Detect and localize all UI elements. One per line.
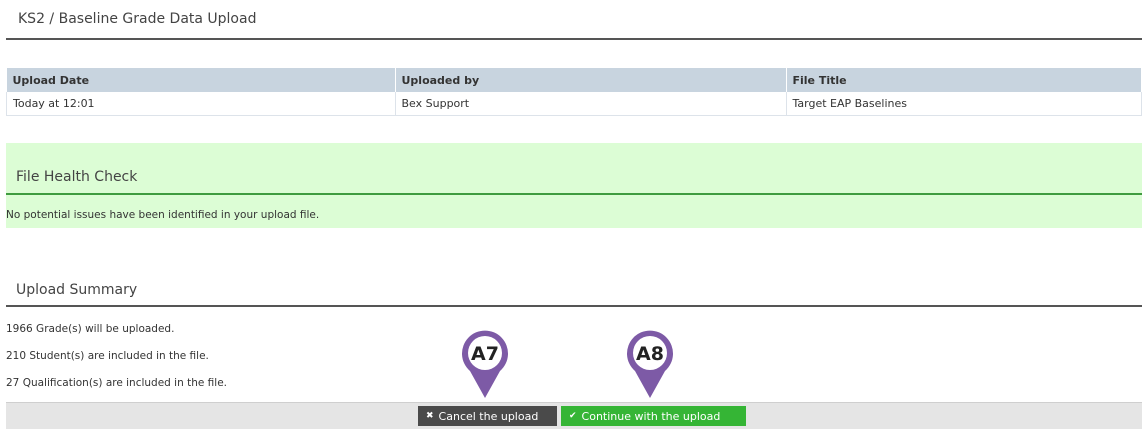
column-header-uploaded-by: Uploaded by xyxy=(395,68,787,92)
column-header-file-title: File Title xyxy=(786,68,1142,92)
summary-grades-count: 1966 Grade(s) will be uploaded. xyxy=(6,323,175,335)
column-header-upload-date: Upload Date xyxy=(6,68,396,92)
annotation-marker-a7: A7 xyxy=(462,330,508,398)
continue-upload-button[interactable]: ✔ Continue with the upload xyxy=(561,406,746,426)
annotation-marker-a8: A8 xyxy=(627,330,673,398)
upload-summary-title: Upload Summary xyxy=(16,282,138,298)
health-check-divider xyxy=(6,193,1142,195)
file-health-check-panel: File Health Check No potential issues ha… xyxy=(6,143,1142,228)
cell-uploaded-by: Bex Support xyxy=(395,92,787,116)
cell-file-title: Target EAP Baselines xyxy=(786,92,1142,116)
page-title: KS2 / Baseline Grade Data Upload xyxy=(18,11,257,27)
table-row: Today at 12:01 Bex Support Target EAP Ba… xyxy=(6,92,1142,116)
table-header-row: Upload Date Uploaded by File Title xyxy=(6,68,1142,92)
checkmark-icon: ✔ xyxy=(569,411,577,421)
cell-upload-date: Today at 12:01 xyxy=(6,92,396,116)
cancel-upload-button[interactable]: ✖ Cancel the upload xyxy=(418,406,557,426)
upload-details-table: Upload Date Uploaded by File Title Today… xyxy=(6,68,1142,116)
health-check-message: No potential issues have been identified… xyxy=(6,209,320,221)
summary-qualifications-count: 27 Qualification(s) are included in the … xyxy=(6,377,227,389)
title-divider xyxy=(6,38,1142,40)
marker-a8-label: A8 xyxy=(636,343,664,365)
close-icon: ✖ xyxy=(426,411,434,421)
continue-upload-label: Continue with the upload xyxy=(581,409,721,423)
marker-a7-label: A7 xyxy=(471,343,499,365)
upload-summary-divider xyxy=(6,305,1142,307)
health-check-title: File Health Check xyxy=(16,169,138,185)
cancel-upload-label: Cancel the upload xyxy=(438,409,539,423)
summary-students-count: 210 Student(s) are included in the file. xyxy=(6,350,209,362)
